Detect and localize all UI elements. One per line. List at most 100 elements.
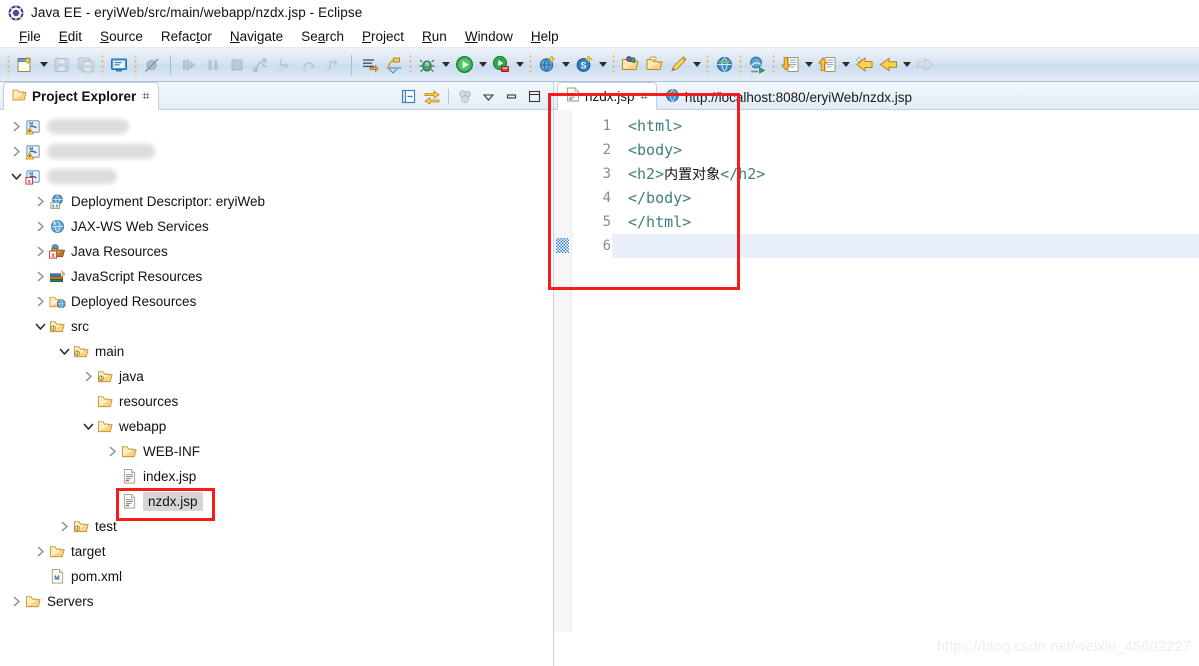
focus-task-button[interactable] [455, 86, 476, 106]
link-with-editor-button[interactable] [421, 86, 442, 106]
code-area[interactable]: <html> <body> <h2>内置对象</h2> </body> </html> [612, 110, 1199, 632]
save-all-button[interactable] [75, 54, 97, 76]
chevron-down-icon[interactable] [56, 344, 72, 360]
chevron-right-icon[interactable] [32, 294, 48, 310]
tab-project-explorer[interactable]: Project Explorer ⌗ [3, 82, 159, 110]
minimize-button[interactable] [501, 86, 522, 106]
forward-button[interactable] [914, 54, 936, 76]
code-line[interactable]: <h2>内置对象</h2> [628, 162, 1199, 186]
tree-item-redacted[interactable]: Mx [0, 164, 553, 189]
project-tree[interactable]: M M Mx 3.0 Deployment Descriptor: eryiWeb JAX… [0, 110, 553, 632]
new-java-web-project-button[interactable] [536, 54, 558, 76]
tree-item-deployed-resources[interactable]: Deployed Resources [0, 289, 553, 314]
menu-source[interactable]: Source [91, 29, 152, 44]
chevron-right-icon[interactable] [32, 244, 48, 260]
open-folder-button[interactable] [643, 54, 665, 76]
disconnect-button[interactable] [250, 54, 272, 76]
tree-item-pom-xml[interactable]: Mpom.xml [0, 564, 553, 589]
jsp-wizard-button[interactable] [383, 54, 405, 76]
back-button[interactable] [877, 54, 899, 76]
back-dropdown-arrow[interactable] [900, 54, 913, 76]
code-line[interactable]: </body> [628, 186, 1199, 210]
tree-item-javascript-resources[interactable]: JavaScript Resources [0, 264, 553, 289]
menu-refactor[interactable]: Refactor [152, 29, 221, 44]
tree-item-redacted[interactable]: M [0, 139, 553, 164]
tree-item-web-inf[interactable]: WEB-INF [0, 439, 553, 464]
menu-edit[interactable]: Edit [50, 29, 91, 44]
new-java-web-project-dropdown-arrow[interactable] [559, 54, 572, 76]
save-button[interactable] [51, 54, 73, 76]
step-over-button[interactable] [298, 54, 320, 76]
new-wizard-button[interactable] [14, 54, 36, 76]
run-dropdown-arrow[interactable] [476, 54, 489, 76]
chevron-right-icon[interactable] [56, 519, 72, 535]
maximize-button[interactable] [524, 86, 545, 106]
tree-item-jax-ws-web-services[interactable]: JAX-WS Web Services [0, 214, 553, 239]
suspend-pause-button[interactable] [202, 54, 224, 76]
run-external-tools-button[interactable] [490, 54, 512, 76]
tree-item-src[interactable]: Jsrc [0, 314, 553, 339]
tree-item-main[interactable]: Jmain [0, 339, 553, 364]
tree-item-test[interactable]: Jtest [0, 514, 553, 539]
new-jsp-file-button[interactable] [108, 54, 130, 76]
editor-tab-localhost-preview[interactable]: http://localhost:8080/eryiWeb/nzdx.jsp [657, 84, 926, 110]
editor-tab-nzdx-jsp[interactable]: nzdx.jsp ⌗ [557, 82, 657, 110]
chevron-right-icon[interactable] [32, 544, 48, 560]
chevron-right-icon[interactable] [32, 269, 48, 285]
code-line[interactable]: <html> [628, 114, 1199, 138]
chevron-right-icon[interactable] [32, 219, 48, 235]
tree-item-java[interactable]: Jjava [0, 364, 553, 389]
view-menu-button[interactable] [478, 86, 499, 106]
chevron-down-icon[interactable] [80, 419, 96, 435]
chevron-right-icon[interactable] [8, 119, 24, 135]
step-return-button[interactable] [322, 54, 344, 76]
code-line[interactable]: <body> [628, 138, 1199, 162]
new-wizard-dropdown-arrow[interactable] [37, 54, 50, 76]
previous-annotation-button[interactable] [816, 54, 838, 76]
terminate-stop-button[interactable] [226, 54, 248, 76]
menu-navigate[interactable]: Navigate [221, 29, 292, 44]
editor-vertical-ruler[interactable] [554, 110, 572, 632]
new-server-dropdown-arrow[interactable] [596, 54, 609, 76]
chevron-down-icon[interactable] [32, 319, 48, 335]
debug-dropdown-arrow[interactable] [439, 54, 452, 76]
close-icon[interactable]: ⌗ [641, 88, 648, 104]
quick-fix-pencil-button[interactable] [667, 54, 689, 76]
skip-all-breakpoints-button[interactable] [141, 54, 163, 76]
chevron-right-icon[interactable] [8, 594, 24, 610]
close-icon[interactable]: ⌗ [142, 88, 149, 104]
debug-bug-button[interactable] [416, 54, 438, 76]
quick-fix-dropdown-arrow[interactable] [690, 54, 703, 76]
chevron-down-icon[interactable] [8, 169, 24, 185]
tree-item-webapp[interactable]: webapp [0, 414, 553, 439]
tree-item-nzdx-jsp[interactable]: nzdx.jsp [0, 489, 553, 514]
chevron-right-icon[interactable] [32, 194, 48, 210]
chevron-right-icon[interactable] [104, 444, 120, 460]
collapse-all-button[interactable] [398, 86, 419, 106]
next-annotation-dropdown-arrow[interactable] [802, 54, 815, 76]
open-web-browser-button[interactable] [713, 54, 735, 76]
tree-item-redacted[interactable]: M [0, 114, 553, 139]
run-button[interactable] [453, 54, 475, 76]
new-server-button[interactable]: S [573, 54, 595, 76]
code-line[interactable] [612, 234, 1199, 258]
tree-item-resources[interactable]: resources [0, 389, 553, 414]
tree-item-target[interactable]: target [0, 539, 553, 564]
run-external-tools-dropdown-arrow[interactable] [513, 54, 526, 76]
tree-item-java-resources[interactable]: x Java Resources [0, 239, 553, 264]
step-into-button[interactable] [274, 54, 296, 76]
menu-project[interactable]: Project [353, 29, 413, 44]
code-line[interactable]: </html> [628, 210, 1199, 234]
menu-run[interactable]: Run [413, 29, 456, 44]
resume-button[interactable] [178, 54, 200, 76]
menu-search[interactable]: Search [292, 29, 353, 44]
tree-item-deployment-descriptor-eryiweb[interactable]: 3.0 Deployment Descriptor: eryiWeb [0, 189, 553, 214]
previous-annotation-dropdown-arrow[interactable] [839, 54, 852, 76]
open-package-button[interactable] [619, 54, 641, 76]
tree-item-servers[interactable]: Servers [0, 589, 553, 614]
menu-file[interactable]: File [10, 29, 50, 44]
last-edit-location-button[interactable] [853, 54, 875, 76]
menu-window[interactable]: Window [456, 29, 522, 44]
next-annotation-button[interactable] [779, 54, 801, 76]
run-on-server-button[interactable] [746, 54, 768, 76]
